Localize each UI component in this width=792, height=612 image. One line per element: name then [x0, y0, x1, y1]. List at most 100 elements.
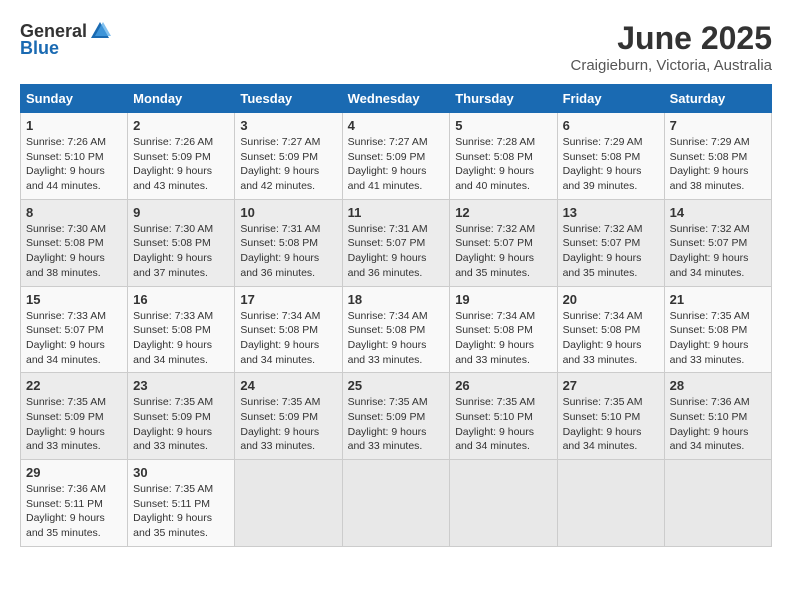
day-number: 13 [563, 205, 659, 220]
calendar-day-cell: 5 Sunrise: 7:28 AM Sunset: 5:08 PM Dayli… [450, 113, 557, 200]
day-info: Sunrise: 7:34 AM Sunset: 5:08 PM Dayligh… [563, 309, 659, 368]
day-of-week-header: Monday [128, 85, 235, 113]
day-info: Sunrise: 7:35 AM Sunset: 5:09 PM Dayligh… [240, 395, 336, 454]
empty-cell [235, 460, 342, 547]
day-info: Sunrise: 7:35 AM Sunset: 5:09 PM Dayligh… [133, 395, 229, 454]
day-number: 15 [26, 292, 122, 307]
day-info: Sunrise: 7:34 AM Sunset: 5:08 PM Dayligh… [240, 309, 336, 368]
calendar-day-cell: 27 Sunrise: 7:35 AM Sunset: 5:10 PM Dayl… [557, 373, 664, 460]
title-area: June 2025 Craigieburn, Victoria, Austral… [571, 20, 773, 74]
calendar-day-cell: 2 Sunrise: 7:26 AM Sunset: 5:09 PM Dayli… [128, 113, 235, 200]
day-number: 22 [26, 378, 122, 393]
calendar-day-cell: 26 Sunrise: 7:35 AM Sunset: 5:10 PM Dayl… [450, 373, 557, 460]
day-number: 12 [455, 205, 551, 220]
day-number: 23 [133, 378, 229, 393]
day-number: 14 [670, 205, 766, 220]
calendar-day-cell: 1 Sunrise: 7:26 AM Sunset: 5:10 PM Dayli… [21, 113, 128, 200]
day-number: 3 [240, 118, 336, 133]
day-info: Sunrise: 7:32 AM Sunset: 5:07 PM Dayligh… [455, 222, 551, 281]
calendar-header-row: SundayMondayTuesdayWednesdayThursdayFrid… [21, 85, 772, 113]
day-number: 26 [455, 378, 551, 393]
day-info: Sunrise: 7:34 AM Sunset: 5:08 PM Dayligh… [455, 309, 551, 368]
day-number: 17 [240, 292, 336, 307]
day-of-week-header: Wednesday [342, 85, 450, 113]
day-number: 5 [455, 118, 551, 133]
calendar-day-cell: 13 Sunrise: 7:32 AM Sunset: 5:07 PM Dayl… [557, 199, 664, 286]
day-info: Sunrise: 7:36 AM Sunset: 5:10 PM Dayligh… [670, 395, 766, 454]
calendar-table: SundayMondayTuesdayWednesdayThursdayFrid… [20, 84, 772, 547]
calendar-week-row: 29 Sunrise: 7:36 AM Sunset: 5:11 PM Dayl… [21, 460, 772, 547]
day-info: Sunrise: 7:28 AM Sunset: 5:08 PM Dayligh… [455, 135, 551, 194]
day-info: Sunrise: 7:26 AM Sunset: 5:09 PM Dayligh… [133, 135, 229, 194]
calendar-week-row: 1 Sunrise: 7:26 AM Sunset: 5:10 PM Dayli… [21, 113, 772, 200]
calendar-day-cell: 15 Sunrise: 7:33 AM Sunset: 5:07 PM Dayl… [21, 286, 128, 373]
day-info: Sunrise: 7:35 AM Sunset: 5:10 PM Dayligh… [563, 395, 659, 454]
day-number: 28 [670, 378, 766, 393]
calendar-week-row: 8 Sunrise: 7:30 AM Sunset: 5:08 PM Dayli… [21, 199, 772, 286]
empty-cell [342, 460, 450, 547]
logo-icon [89, 20, 111, 42]
calendar-day-cell: 4 Sunrise: 7:27 AM Sunset: 5:09 PM Dayli… [342, 113, 450, 200]
day-info: Sunrise: 7:31 AM Sunset: 5:07 PM Dayligh… [348, 222, 445, 281]
day-number: 19 [455, 292, 551, 307]
calendar-day-cell: 18 Sunrise: 7:34 AM Sunset: 5:08 PM Dayl… [342, 286, 450, 373]
day-number: 2 [133, 118, 229, 133]
day-info: Sunrise: 7:29 AM Sunset: 5:08 PM Dayligh… [670, 135, 766, 194]
calendar-day-cell: 9 Sunrise: 7:30 AM Sunset: 5:08 PM Dayli… [128, 199, 235, 286]
day-info: Sunrise: 7:32 AM Sunset: 5:07 PM Dayligh… [563, 222, 659, 281]
day-of-week-header: Thursday [450, 85, 557, 113]
month-title: June 2025 [571, 20, 773, 57]
day-info: Sunrise: 7:30 AM Sunset: 5:08 PM Dayligh… [26, 222, 122, 281]
logo-blue-text: Blue [20, 38, 59, 59]
day-number: 20 [563, 292, 659, 307]
empty-cell [450, 460, 557, 547]
calendar-day-cell: 8 Sunrise: 7:30 AM Sunset: 5:08 PM Dayli… [21, 199, 128, 286]
calendar-day-cell: 14 Sunrise: 7:32 AM Sunset: 5:07 PM Dayl… [664, 199, 771, 286]
day-info: Sunrise: 7:33 AM Sunset: 5:07 PM Dayligh… [26, 309, 122, 368]
calendar-day-cell: 3 Sunrise: 7:27 AM Sunset: 5:09 PM Dayli… [235, 113, 342, 200]
calendar-day-cell: 29 Sunrise: 7:36 AM Sunset: 5:11 PM Dayl… [21, 460, 128, 547]
day-info: Sunrise: 7:30 AM Sunset: 5:08 PM Dayligh… [133, 222, 229, 281]
day-number: 29 [26, 465, 122, 480]
day-number: 8 [26, 205, 122, 220]
day-info: Sunrise: 7:35 AM Sunset: 5:09 PM Dayligh… [26, 395, 122, 454]
day-info: Sunrise: 7:35 AM Sunset: 5:08 PM Dayligh… [670, 309, 766, 368]
calendar-day-cell: 16 Sunrise: 7:33 AM Sunset: 5:08 PM Dayl… [128, 286, 235, 373]
day-of-week-header: Tuesday [235, 85, 342, 113]
calendar-day-cell: 10 Sunrise: 7:31 AM Sunset: 5:08 PM Dayl… [235, 199, 342, 286]
calendar-day-cell: 7 Sunrise: 7:29 AM Sunset: 5:08 PM Dayli… [664, 113, 771, 200]
calendar-day-cell: 21 Sunrise: 7:35 AM Sunset: 5:08 PM Dayl… [664, 286, 771, 373]
day-number: 4 [348, 118, 445, 133]
day-number: 24 [240, 378, 336, 393]
day-of-week-header: Saturday [664, 85, 771, 113]
day-info: Sunrise: 7:26 AM Sunset: 5:10 PM Dayligh… [26, 135, 122, 194]
day-number: 27 [563, 378, 659, 393]
day-number: 30 [133, 465, 229, 480]
day-info: Sunrise: 7:35 AM Sunset: 5:09 PM Dayligh… [348, 395, 445, 454]
calendar-day-cell: 6 Sunrise: 7:29 AM Sunset: 5:08 PM Dayli… [557, 113, 664, 200]
day-info: Sunrise: 7:27 AM Sunset: 5:09 PM Dayligh… [240, 135, 336, 194]
day-info: Sunrise: 7:36 AM Sunset: 5:11 PM Dayligh… [26, 482, 122, 541]
day-number: 1 [26, 118, 122, 133]
day-of-week-header: Sunday [21, 85, 128, 113]
day-info: Sunrise: 7:27 AM Sunset: 5:09 PM Dayligh… [348, 135, 445, 194]
calendar-day-cell: 22 Sunrise: 7:35 AM Sunset: 5:09 PM Dayl… [21, 373, 128, 460]
page-header: General Blue June 2025 Craigieburn, Vict… [20, 20, 772, 74]
day-number: 21 [670, 292, 766, 307]
day-number: 25 [348, 378, 445, 393]
calendar-day-cell: 11 Sunrise: 7:31 AM Sunset: 5:07 PM Dayl… [342, 199, 450, 286]
day-number: 6 [563, 118, 659, 133]
day-number: 16 [133, 292, 229, 307]
calendar-day-cell: 25 Sunrise: 7:35 AM Sunset: 5:09 PM Dayl… [342, 373, 450, 460]
day-info: Sunrise: 7:35 AM Sunset: 5:10 PM Dayligh… [455, 395, 551, 454]
empty-cell [557, 460, 664, 547]
day-number: 11 [348, 205, 445, 220]
calendar-week-row: 15 Sunrise: 7:33 AM Sunset: 5:07 PM Dayl… [21, 286, 772, 373]
calendar-day-cell: 28 Sunrise: 7:36 AM Sunset: 5:10 PM Dayl… [664, 373, 771, 460]
day-number: 7 [670, 118, 766, 133]
calendar-day-cell: 20 Sunrise: 7:34 AM Sunset: 5:08 PM Dayl… [557, 286, 664, 373]
day-info: Sunrise: 7:32 AM Sunset: 5:07 PM Dayligh… [670, 222, 766, 281]
location-title: Craigieburn, Victoria, Australia [571, 57, 773, 74]
empty-cell [664, 460, 771, 547]
day-info: Sunrise: 7:33 AM Sunset: 5:08 PM Dayligh… [133, 309, 229, 368]
